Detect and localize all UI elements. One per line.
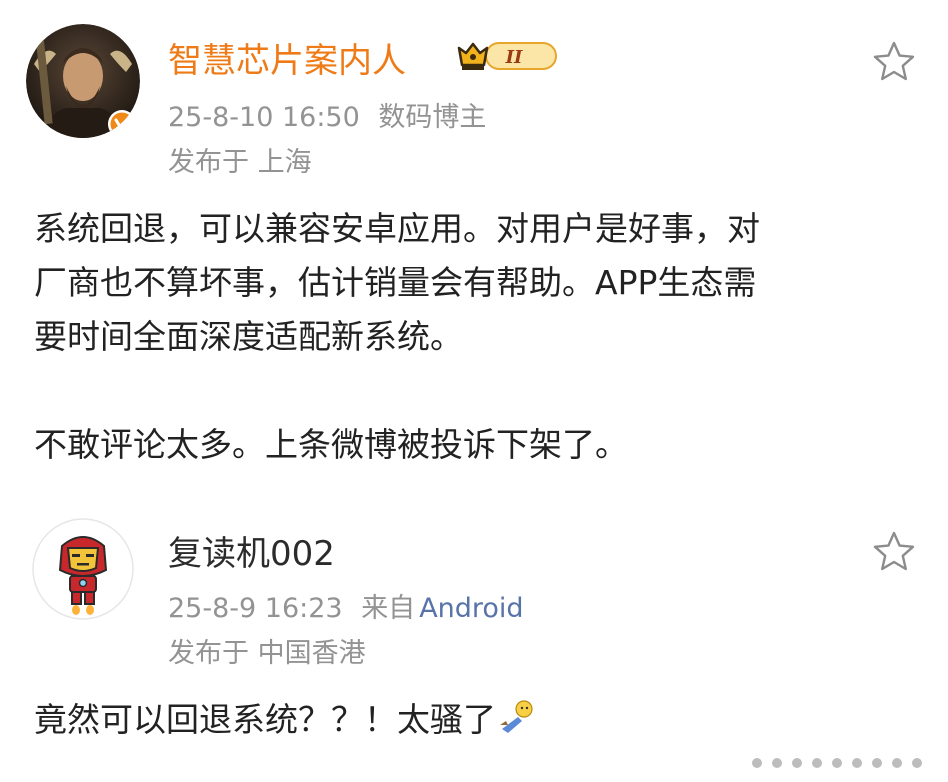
user-name[interactable]: 智慧芯片案内人 — [168, 33, 406, 82]
post-item: 复读机002 25-8-9 16:23 来自 Android 发布于 中国香港 竟… — [0, 500, 948, 782]
post-line-blank — [34, 364, 920, 418]
level-badge-text: II — [505, 47, 523, 68]
post-content: 竟然可以回退系统？？！太骚了 — [34, 693, 920, 747]
star-icon[interactable] — [872, 530, 916, 574]
post-line: 厂商也不算坏事，估计销量会有帮助。APP生态需 — [34, 263, 757, 302]
portrait-avatar-icon[interactable] — [26, 24, 140, 138]
user-name[interactable]: 复读机002 — [168, 526, 335, 575]
flying-emoji-icon — [498, 697, 534, 733]
post-location: 发布于 上海 — [168, 147, 312, 178]
post-meta: 25-8-10 16:50 数码博主 — [168, 95, 496, 134]
user-tag: 数码博主 — [378, 102, 487, 133]
ironman-avatar-icon[interactable] — [32, 518, 134, 620]
star-icon[interactable] — [872, 40, 916, 84]
post-item: 智慧芯片案内人 II 25-8-10 16:50 数码博主 发布于 上海 系统回… — [0, 0, 948, 500]
post-content: 系统回退，可以兼容安卓应用。对用户是好事，对 厂商也不算坏事，估计销量会有帮助。… — [34, 202, 920, 472]
post-line: 要时间全面深度适配新系统。 — [34, 317, 463, 356]
post-line: 不敢评论太多。上条微博被投诉下架了。 — [34, 425, 628, 464]
post-time: 25-8-9 16:23 — [168, 593, 343, 624]
post-location: 发布于 中国香港 — [168, 638, 366, 669]
source-prefix: 来自 — [361, 593, 416, 624]
post-time: 25-8-10 16:50 — [168, 102, 360, 133]
post-line: 系统回退，可以兼容安卓应用。对用户是好事，对 — [34, 209, 760, 248]
crown-level-icon: II — [456, 38, 558, 74]
post-meta: 25-8-9 16:23 来自 Android — [168, 586, 524, 625]
more-dots-icon — [752, 758, 922, 768]
source-link[interactable]: Android — [419, 593, 523, 624]
post-line: 竟然可以回退系统？？！太骚了 — [34, 700, 496, 739]
